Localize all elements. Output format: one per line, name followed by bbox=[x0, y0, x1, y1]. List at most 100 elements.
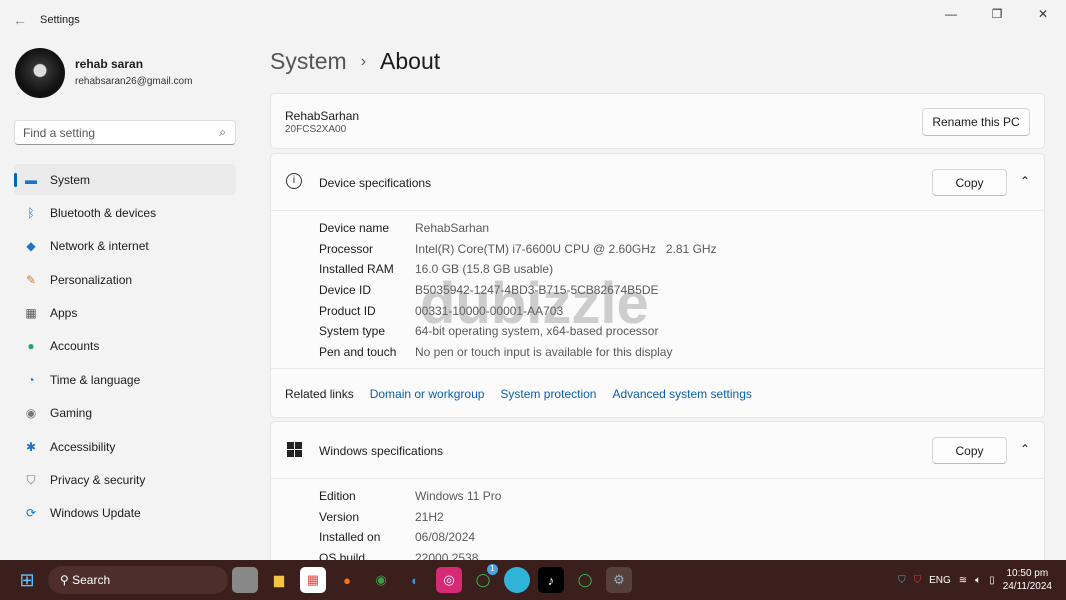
sidebar-item-time-language[interactable]: ◔ Time & language bbox=[14, 364, 236, 395]
wifi-icon[interactable]: ≋ bbox=[959, 575, 967, 586]
sidebar-item-gaming[interactable]: ◉ Gaming bbox=[14, 398, 236, 429]
sidebar-item-label: Time & language bbox=[50, 372, 141, 387]
device-specs-header[interactable]: i Device specifications Copy ⌃ bbox=[271, 154, 1044, 211]
clock[interactable]: 10:50 pm 24/11/2024 bbox=[1003, 567, 1052, 593]
settings-icon[interactable]: ⚙ bbox=[606, 567, 632, 593]
spec-label: System type bbox=[319, 324, 386, 339]
sidebar-item-label: Gaming bbox=[50, 406, 93, 421]
shield-icon: ⛉ bbox=[26, 472, 36, 487]
battery-icon[interactable]: ▯ bbox=[989, 575, 995, 586]
spec-row: Device name RehabSarhan bbox=[319, 218, 1044, 239]
sidebar-item-personalization[interactable]: ✎ Personalization bbox=[14, 264, 236, 295]
device-specs-card: i Device specifications Copy ⌃ Device na… bbox=[270, 153, 1045, 418]
instagram-icon[interactable]: ◎ bbox=[436, 567, 462, 593]
notification-badge: 1 bbox=[487, 564, 498, 575]
link-domain-workgroup[interactable]: Domain or workgroup bbox=[370, 387, 485, 401]
sidebar-item-label: System bbox=[50, 172, 91, 187]
sidebar-item-privacy-security[interactable]: ⛉ Privacy & security bbox=[14, 465, 236, 496]
task-view-icon[interactable] bbox=[232, 567, 258, 593]
minimize-button[interactable]: — bbox=[928, 0, 974, 28]
sidebar-item-bluetooth-devices[interactable]: ᛒ Bluetooth & devices bbox=[14, 197, 236, 228]
security-shield-icon[interactable]: ⛉ bbox=[914, 575, 922, 586]
sidebar-item-label: Personalization bbox=[50, 272, 133, 287]
spec-row: Version 21H2 bbox=[319, 507, 1044, 528]
sidebar-item-accounts[interactable]: ● Accounts bbox=[14, 331, 236, 362]
taskbar: ⊞ ⚲ Search ▆ ▦ ● ◉ ◐ ◎ ◯ 1 ♪ ◯ ⚙ ⛉ ⛉ ENG … bbox=[0, 560, 1066, 600]
chevron-right-icon: › bbox=[360, 52, 367, 70]
sidebar-item-accessibility[interactable]: ✱ Accessibility bbox=[14, 431, 236, 462]
user-profile[interactable]: rehab saran rehabsaran26@gmail.com bbox=[15, 48, 192, 98]
search-input[interactable]: Find a setting ⌕ bbox=[14, 120, 236, 145]
link-advanced-system-settings[interactable]: Advanced system settings bbox=[612, 387, 751, 401]
spec-row: Processor Intel(R) Core(TM) i7-6600U CPU … bbox=[319, 239, 1044, 260]
apps-icon: ▦ bbox=[25, 306, 37, 321]
sidebar-nav: ▬ System ᛒ Bluetooth & devices ◆ Network & in… bbox=[14, 164, 236, 531]
language-indicator[interactable]: ENG bbox=[929, 575, 951, 586]
spec-value: Windows 11 Pro bbox=[415, 489, 502, 504]
maximize-button[interactable]: ❐ bbox=[974, 0, 1020, 28]
spec-row: Installed on 06/08/2024 bbox=[319, 527, 1044, 548]
sidebar-item-label: Apps bbox=[50, 306, 78, 321]
search-icon: ⌕ bbox=[219, 125, 226, 139]
spec-value: B5035942-1247-4BD3-B715-5CB82674B5DE bbox=[415, 283, 659, 298]
wifi-icon: ◆ bbox=[26, 239, 36, 254]
edge-icon[interactable]: ◐ bbox=[402, 567, 428, 593]
copy-windows-specs-button[interactable]: Copy bbox=[932, 437, 1007, 464]
user-name: rehab saran bbox=[75, 57, 144, 71]
windows-specs-card: Windows specifications Copy ⌃ Edition Win… bbox=[270, 421, 1045, 581]
spec-row: Edition Windows 11 Pro bbox=[319, 486, 1044, 507]
spec-value: Intel(R) Core(TM) i7-6600U CPU @ 2.60GHz… bbox=[415, 241, 717, 256]
user-email: rehabsaran26@gmail.com bbox=[75, 76, 193, 87]
windows-specs-title: Windows specifications bbox=[319, 444, 444, 458]
monitor-icon: ▬ bbox=[25, 172, 37, 187]
taskbar-search[interactable]: ⚲ Search bbox=[48, 566, 228, 594]
chrome-icon[interactable]: ◉ bbox=[368, 567, 394, 593]
taskbar-search-label: Search bbox=[72, 573, 111, 587]
file-explorer-icon[interactable]: ▆ bbox=[266, 567, 292, 593]
spec-row: Installed RAM 16.0 GB (15.8 GB usable) bbox=[319, 259, 1044, 280]
chevron-up-icon[interactable]: ⌃ bbox=[1020, 442, 1030, 456]
spec-label: Product ID bbox=[319, 303, 376, 318]
close-button[interactable]: ✕ bbox=[1020, 0, 1066, 28]
spec-value: 21H2 bbox=[415, 509, 444, 524]
link-system-protection[interactable]: System protection bbox=[500, 387, 596, 401]
spec-row: Pen and touch No pen or touch input is av… bbox=[319, 342, 1044, 363]
rename-pc-button[interactable]: Rename this PC bbox=[922, 108, 1030, 136]
sidebar-item-system[interactable]: ▬ System bbox=[14, 164, 236, 195]
canva-icon[interactable] bbox=[504, 567, 530, 593]
back-arrow-icon[interactable]: ← bbox=[0, 12, 40, 28]
breadcrumb: System › About bbox=[270, 48, 440, 75]
sidebar-item-apps[interactable]: ▦ Apps bbox=[14, 298, 236, 329]
spec-label: Installed on bbox=[319, 530, 381, 545]
spec-row: System type 64-bit operating system, x64-… bbox=[319, 321, 1044, 342]
sidebar-item-label: Windows Update bbox=[50, 506, 141, 521]
chevron-up-icon[interactable]: ⌃ bbox=[1020, 174, 1030, 188]
sidebar-item-network-internet[interactable]: ◆ Network & internet bbox=[14, 231, 236, 262]
spec-label: Processor bbox=[319, 241, 374, 256]
firefox-icon[interactable]: ● bbox=[334, 567, 360, 593]
volume-icon[interactable]: 🔈︎ bbox=[975, 575, 981, 586]
tiktok-icon[interactable]: ♪ bbox=[538, 567, 564, 593]
spec-value: 64-bit operating system, x64-based proce… bbox=[415, 324, 659, 339]
breadcrumb-system[interactable]: System bbox=[270, 48, 347, 75]
pc-model: 20FCS2XA00 bbox=[285, 124, 347, 135]
store-icon[interactable]: ▦ bbox=[300, 567, 326, 593]
sidebar-item-label: Privacy & security bbox=[50, 473, 146, 488]
page-title: About bbox=[380, 48, 441, 74]
pc-name: RehabSarhan bbox=[285, 109, 360, 123]
spec-value: 06/08/2024 bbox=[415, 530, 476, 545]
sidebar-item-windows-update[interactable]: ⟳ Windows Update bbox=[14, 498, 236, 529]
start-button[interactable]: ⊞ bbox=[14, 567, 40, 593]
windows-specs-header[interactable]: Windows specifications Copy ⌃ bbox=[271, 422, 1044, 479]
windows-logo-icon bbox=[287, 442, 302, 457]
whatsapp-icon[interactable]: ◯ 1 bbox=[470, 564, 498, 593]
date: 24/11/2024 bbox=[1002, 581, 1052, 592]
title-bar: ← Settings — ❐ ✕ bbox=[0, 0, 1066, 40]
spec-label: Edition bbox=[319, 489, 356, 504]
time: 10:50 pm bbox=[1006, 568, 1049, 579]
defender-icon[interactable]: ⛉ bbox=[898, 575, 906, 586]
spec-value: 16.0 GB (15.8 GB usable) bbox=[415, 262, 554, 277]
app-title: Settings bbox=[40, 14, 80, 26]
copy-device-specs-button[interactable]: Copy bbox=[932, 169, 1007, 196]
whatsapp-icon[interactable]: ◯ bbox=[572, 567, 598, 593]
